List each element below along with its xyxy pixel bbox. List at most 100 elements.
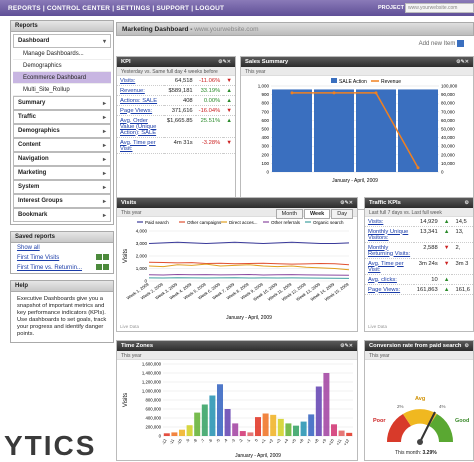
project-select[interactable]: www.yourwebsite.com	[405, 3, 474, 13]
reports-menu: Dashboard ▾ Manage Dashboards... Demograp…	[13, 34, 111, 222]
sales-header: Sales Summary ⚙✎✕	[241, 57, 473, 67]
reports-header: Reports	[11, 21, 113, 32]
panel-tools-icon[interactable]: ⚙✎✕	[340, 200, 353, 206]
y-tick-label: 900	[261, 92, 269, 97]
tab-day[interactable]: Day	[331, 209, 353, 219]
x-tick-label: -3	[230, 437, 236, 443]
traffic-footer: Live Data	[368, 324, 388, 329]
delete-icon[interactable]	[103, 254, 109, 260]
timezones-header: Time Zones ⚙✎✕	[117, 341, 357, 351]
panel-tools-icon[interactable]: ⚙	[465, 343, 469, 349]
kpi-value: $589,181	[163, 85, 196, 96]
traffic-row: Avg. Time per Visit: 3m 24s ▼ 3m 3	[365, 258, 473, 275]
submenu-multi-site-rollup[interactable]: Multi_Site_Rollup	[13, 84, 111, 96]
y2-tick-label: 0	[441, 170, 444, 175]
sale-bar	[272, 89, 312, 172]
kpi-table: Visits: 64,518 -11.06% ▼ Revenue: $589,181 33.…	[117, 76, 235, 154]
menu-navigation[interactable]: Navigation ▸	[13, 152, 111, 166]
gauge-high-tick: 4%	[439, 404, 446, 409]
traffic-label[interactable]: Avg. Time per Visit:	[365, 258, 414, 275]
help-text: Executive Dashboards give you a snapshot…	[17, 296, 107, 337]
y-tick-label: 3,000	[136, 241, 148, 246]
kpi-label[interactable]: Avg. Order Value (Unique Action): SALE	[117, 115, 164, 138]
menu-label: Demographics	[18, 128, 60, 134]
kpi-label[interactable]: Page Views:	[117, 105, 164, 116]
traffic-subtitle: Last full 7 days vs. Last full week	[365, 208, 473, 217]
legend-label: Other referrals	[271, 220, 301, 225]
kpi-label[interactable]: Visits:	[117, 76, 164, 86]
x-tick-label: +1	[260, 437, 267, 444]
saved-report-link[interactable]: First Time Visits	[11, 253, 65, 263]
main-area: Marketing Dashboard - www.yourwebsite.co…	[116, 22, 474, 461]
sale-bar	[356, 89, 396, 172]
x-tick-label: +5	[290, 437, 297, 444]
x-tick-label: -11	[168, 437, 175, 445]
menu-demographics[interactable]: Demographics ▸	[13, 124, 111, 138]
menu-label: Bookmark	[18, 212, 48, 218]
arrow-up-icon: ▲	[440, 284, 453, 295]
arrow-down-icon: ▼	[223, 76, 235, 86]
sales-title: Sales Summary	[245, 59, 289, 65]
panel-tools-icon[interactable]: ⚙	[465, 200, 469, 206]
y-axis-label: Visits	[123, 249, 129, 263]
x-tick-label: -10	[176, 437, 184, 445]
traffic-label[interactable]: Monthly Unique Visitors:	[365, 226, 414, 243]
gauge-poor-label: Poor	[373, 418, 386, 424]
legend-label: Direct acces...	[229, 220, 258, 225]
excel-icon[interactable]	[96, 264, 102, 270]
traffic-prev: 2,	[452, 242, 473, 259]
kpi-delta: -11.06%	[195, 76, 224, 86]
y2-tick-label: 80,000	[441, 101, 455, 106]
add-new-item-button[interactable]: Add new Item	[419, 40, 464, 47]
kpi-label[interactable]: Actions: SALE	[117, 95, 164, 106]
timezone-bar	[323, 373, 330, 436]
panel-tools-icon[interactable]: ⚙✎✕	[340, 343, 353, 349]
submenu-ecommerce-dashboard[interactable]: Ecommerce Dashboard	[13, 72, 111, 84]
show-all-link[interactable]: Show all	[11, 243, 113, 253]
timezone-bar	[262, 413, 269, 436]
tab-week[interactable]: Week	[303, 209, 331, 219]
sale-bar	[314, 89, 354, 172]
timezone-bar	[171, 432, 178, 436]
timezone-bar	[201, 404, 208, 436]
menu-summary[interactable]: Summary ▸	[13, 96, 111, 110]
kpi-subtitle: Yesterday vs. Same full day 4 weeks befo…	[117, 67, 235, 76]
main-nav-links[interactable]: REPORTS | CONTROL CENTER | SETTINGS | SU…	[8, 5, 224, 12]
y-tick-label: 1,000,000	[142, 389, 162, 394]
traffic-value: 161,863	[413, 284, 441, 295]
y2-tick-label: 90,000	[441, 92, 455, 97]
menu-system[interactable]: System ▸	[13, 180, 111, 194]
traffic-value: 14,929	[413, 217, 441, 227]
traffic-label[interactable]: Avg. clicks:	[365, 274, 414, 285]
menu-marketing[interactable]: Marketing ▸	[13, 166, 111, 180]
kpi-delta: -3.28%	[195, 137, 224, 154]
tab-month[interactable]: Month	[275, 209, 303, 219]
kpi-label[interactable]: Avg. Time per Visit:	[117, 137, 164, 154]
y-tick-label: 0	[159, 434, 162, 439]
submenu-manage-dashboards[interactable]: Manage Dashboards...	[13, 48, 111, 60]
panel-tools-icon[interactable]: ⚙✎✕	[218, 59, 231, 65]
timezone-bar	[209, 395, 216, 436]
submenu-demographics[interactable]: Demographics	[13, 60, 111, 72]
traffic-prev	[452, 274, 473, 285]
menu-label: Content	[18, 142, 41, 148]
panel-tools-icon[interactable]: ⚙✎✕	[456, 59, 469, 65]
x-tick-label: +12	[342, 437, 350, 446]
delete-icon[interactable]	[103, 264, 109, 270]
menu-content[interactable]: Content ▸	[13, 138, 111, 152]
menu-traffic[interactable]: Traffic ▸	[13, 110, 111, 124]
gauge-value: 3.29%	[423, 450, 438, 456]
x-tick-label: -6	[207, 437, 213, 443]
menu-dashboard[interactable]: Dashboard ▾	[13, 34, 111, 48]
y-tick-label: 1,000	[136, 266, 148, 271]
kpi-value: 4m 31s	[163, 137, 196, 154]
kpi-label[interactable]: Revenue:	[117, 85, 164, 96]
traffic-label[interactable]: Page Views:	[365, 284, 414, 295]
y2-tick-label: 40,000	[441, 135, 455, 140]
menu-interest-groups[interactable]: Interest Groups ▸	[13, 194, 111, 208]
traffic-label[interactable]: Monthly Returning Visits:	[365, 242, 414, 259]
excel-icon[interactable]	[96, 254, 102, 260]
menu-bookmark[interactable]: Bookmark ▸	[13, 208, 111, 222]
traffic-label[interactable]: Visits:	[365, 217, 414, 227]
saved-report-link[interactable]: First Time vs. Returnin...	[11, 263, 88, 273]
